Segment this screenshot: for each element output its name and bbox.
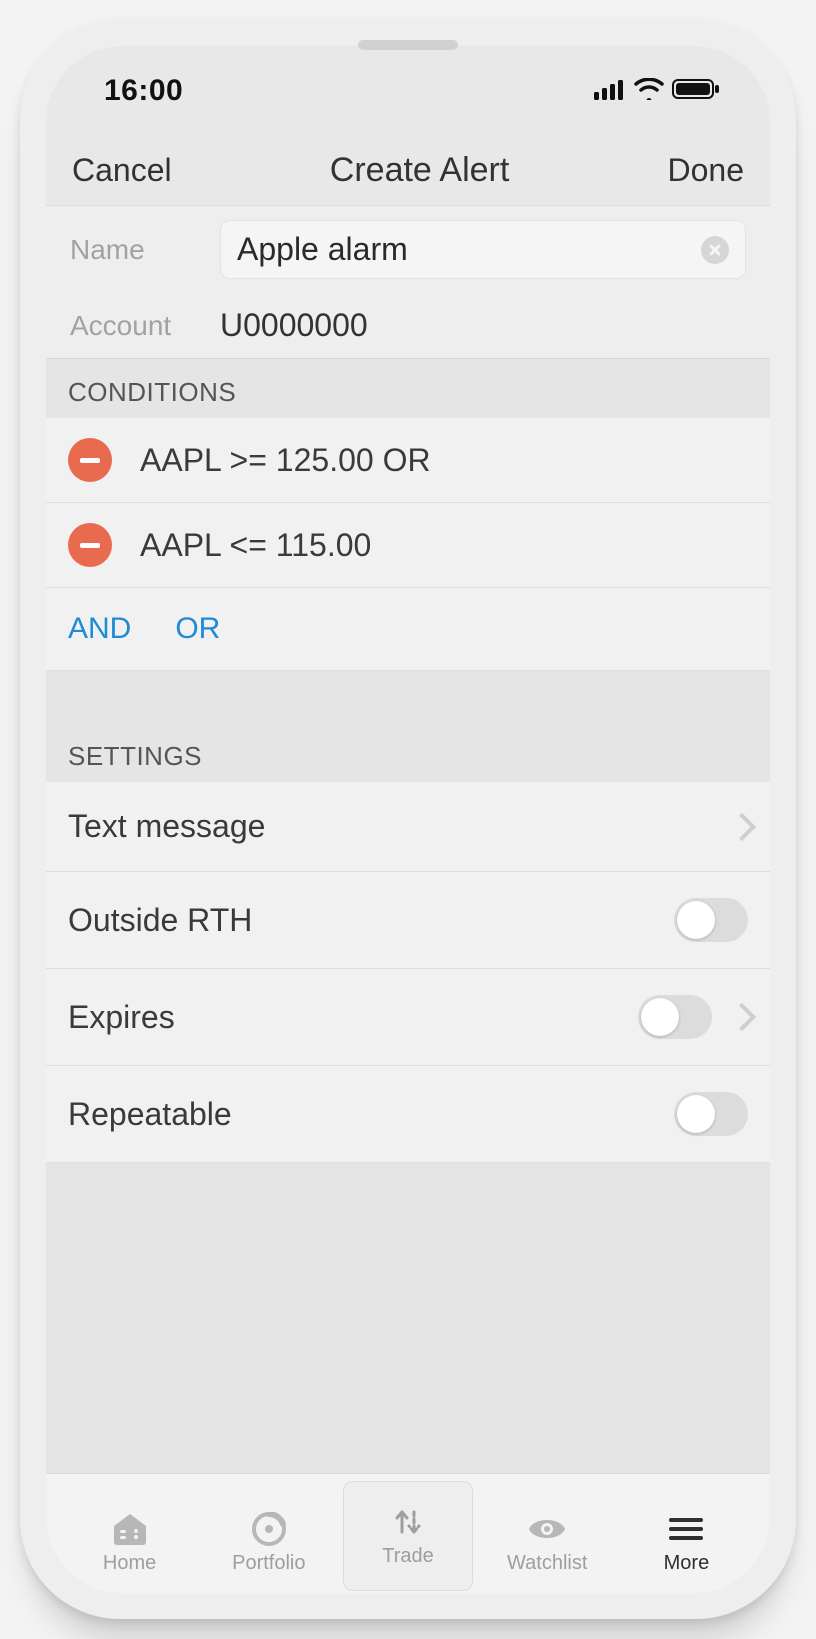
form-section: Name Account U0000000 bbox=[46, 206, 770, 359]
outside-rth-label: Outside RTH bbox=[68, 902, 252, 939]
tab-trade[interactable]: Trade bbox=[338, 1481, 477, 1575]
phone-frame: 16:00 bbox=[20, 20, 796, 1619]
tab-portfolio-label: Portfolio bbox=[232, 1552, 305, 1575]
tab-portfolio[interactable]: Portfolio bbox=[199, 1512, 338, 1575]
account-row: Account U0000000 bbox=[46, 293, 770, 358]
tab-trade-label: Trade bbox=[382, 1545, 434, 1568]
remove-condition-icon[interactable] bbox=[68, 438, 112, 482]
name-input-wrap[interactable] bbox=[220, 220, 746, 279]
chevron-right-icon bbox=[732, 814, 748, 840]
condition-row[interactable]: AAPL >= 125.00 OR bbox=[46, 418, 770, 503]
repeatable-row: Repeatable bbox=[46, 1066, 770, 1163]
more-icon bbox=[665, 1512, 707, 1546]
repeatable-switch[interactable] bbox=[674, 1092, 748, 1136]
watchlist-icon bbox=[526, 1512, 568, 1546]
expires-switch[interactable] bbox=[638, 995, 712, 1039]
outside-rth-row: Outside RTH bbox=[46, 872, 770, 969]
name-label: Name bbox=[70, 234, 220, 266]
tab-watchlist-label: Watchlist bbox=[507, 1552, 587, 1575]
battery-icon bbox=[672, 74, 720, 108]
account-value: U0000000 bbox=[220, 307, 368, 344]
tab-more[interactable]: More bbox=[617, 1512, 756, 1575]
tab-watchlist[interactable]: Watchlist bbox=[478, 1512, 617, 1575]
trade-icon bbox=[387, 1505, 429, 1539]
settings-header: SETTINGS bbox=[46, 723, 770, 782]
expires-label: Expires bbox=[68, 999, 175, 1036]
tab-home-label: Home bbox=[103, 1552, 156, 1575]
section-gap bbox=[46, 671, 770, 723]
repeatable-label: Repeatable bbox=[68, 1096, 232, 1133]
status-right bbox=[594, 74, 720, 108]
text-message-row[interactable]: Text message bbox=[46, 782, 770, 872]
chevron-right-icon bbox=[732, 1004, 748, 1030]
screen: 16:00 bbox=[46, 46, 770, 1593]
trade-button-wrap[interactable]: Trade bbox=[343, 1481, 473, 1591]
outside-rth-switch[interactable] bbox=[674, 898, 748, 942]
done-button[interactable]: Done bbox=[667, 152, 744, 189]
nav-title: Create Alert bbox=[330, 151, 510, 190]
remove-condition-icon[interactable] bbox=[68, 523, 112, 567]
home-icon bbox=[109, 1512, 151, 1546]
phone-notch bbox=[358, 40, 458, 50]
status-bar: 16:00 bbox=[46, 46, 770, 136]
condition-text: AAPL <= 115.00 bbox=[140, 527, 371, 564]
condition-text: AAPL >= 125.00 OR bbox=[140, 442, 431, 479]
logic-row: AND OR bbox=[46, 588, 770, 671]
text-message-label: Text message bbox=[68, 808, 265, 845]
filler-area bbox=[46, 1163, 770, 1473]
cancel-button[interactable]: Cancel bbox=[72, 152, 172, 189]
tab-home[interactable]: Home bbox=[60, 1512, 199, 1575]
setting-right bbox=[674, 1092, 748, 1136]
condition-row[interactable]: AAPL <= 115.00 bbox=[46, 503, 770, 588]
portfolio-icon bbox=[248, 1512, 290, 1546]
setting-right bbox=[674, 898, 748, 942]
status-time: 16:00 bbox=[104, 74, 183, 108]
or-button[interactable]: OR bbox=[175, 612, 220, 646]
name-input[interactable] bbox=[237, 231, 701, 268]
setting-right bbox=[638, 995, 748, 1039]
nav-bar: Cancel Create Alert Done bbox=[46, 136, 770, 206]
wifi-icon bbox=[634, 74, 664, 108]
and-button[interactable]: AND bbox=[68, 612, 131, 646]
name-row: Name bbox=[46, 206, 770, 293]
tab-bar: Home Portfolio bbox=[46, 1473, 770, 1593]
account-label: Account bbox=[70, 310, 220, 342]
tab-more-label: More bbox=[664, 1552, 710, 1575]
conditions-header: CONDITIONS bbox=[46, 359, 770, 418]
clear-text-icon[interactable] bbox=[701, 236, 729, 264]
setting-right bbox=[732, 814, 748, 840]
cellular-icon bbox=[594, 74, 626, 108]
expires-row[interactable]: Expires bbox=[46, 969, 770, 1066]
